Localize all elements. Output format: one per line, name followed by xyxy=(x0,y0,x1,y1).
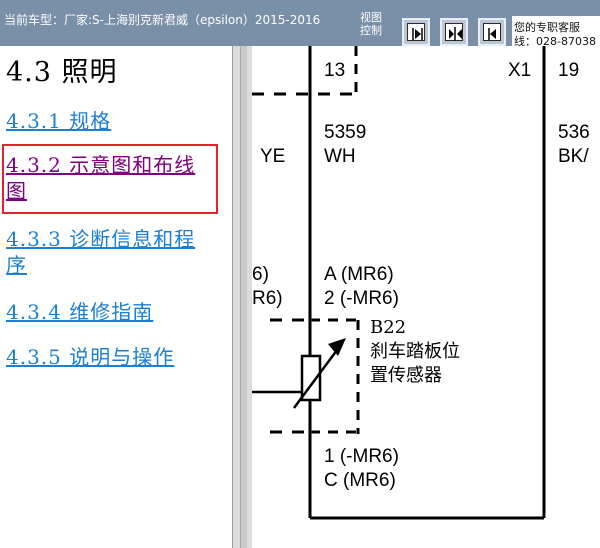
split-view-button[interactable] xyxy=(440,18,468,46)
customer-service-phone: 线：028-87038 xyxy=(514,35,596,46)
section-title: 4.3 照明 xyxy=(6,57,118,88)
view-control-label: 视图控制 xyxy=(360,11,382,37)
previous-page-button[interactable] xyxy=(478,18,506,46)
left-pin-label-bottom: R6) xyxy=(252,288,283,309)
wire-color-ye-label: YE xyxy=(260,146,286,167)
pin-1-label: 1 (-MR6) xyxy=(324,446,399,467)
pin-a-label: A (MR6) xyxy=(324,264,394,285)
next-page-button[interactable] xyxy=(402,18,430,46)
wire-color-wh-label: WH xyxy=(324,146,356,167)
component-id-label: B22 xyxy=(370,317,407,338)
toc-link-specifications[interactable]: 4.3.1 规格 xyxy=(6,108,206,134)
toc-pane: 4.3 照明 4.3.1 规格 4.3.2 示意图和布线图 4.3.3 诊断信息… xyxy=(0,46,232,548)
toc-link-repair-guide[interactable]: 4.3.4 维修指南 xyxy=(6,299,211,325)
top-bar: 当前车型：厂家:S-上海别克新君威（epsilon）2015-2016 视图控制… xyxy=(0,0,600,46)
component-name-line2: 置传感器 xyxy=(370,365,442,386)
wire-536-label: 536 xyxy=(558,122,590,143)
split-view-icon xyxy=(449,27,462,41)
pin-c-label: C (MR6) xyxy=(324,470,396,491)
left-pin-label-top: 6) xyxy=(252,264,269,285)
toc-link-description-operation[interactable]: 4.3.5 说明与操作 xyxy=(6,344,211,370)
previous-page-icon xyxy=(488,28,496,40)
component-name-line1: 刹车踏板位 xyxy=(370,341,460,362)
wire-5359-label: 5359 xyxy=(324,122,367,143)
selected-item-highlight xyxy=(2,144,218,214)
wire-color-bk-label: BK/ xyxy=(558,146,589,167)
resistor-arrow-head xyxy=(328,338,346,356)
toc-link-diagnostics[interactable]: 4.3.3 诊断信息和程序 xyxy=(6,226,211,278)
pin-2-label: 2 (-MR6) xyxy=(324,288,399,309)
current-vehicle-text: 当前车型：厂家:S-上海别克新君威（epsilon）2015-2016 xyxy=(4,13,321,27)
pin-19-label: 19 xyxy=(558,60,580,81)
next-page-icon xyxy=(412,28,423,40)
wiring-diagram: 13 X1 19 5359 WH 536 BK/ YE 6) R6) A (MR… xyxy=(252,46,600,548)
wiring-lines xyxy=(252,46,546,520)
pin-13-label: 13 xyxy=(324,60,346,81)
pane-splitter[interactable] xyxy=(232,46,252,548)
connector-x1-label: X1 xyxy=(508,60,532,81)
customer-service-box: 您的专职客服 线：028-87038 xyxy=(512,16,600,46)
